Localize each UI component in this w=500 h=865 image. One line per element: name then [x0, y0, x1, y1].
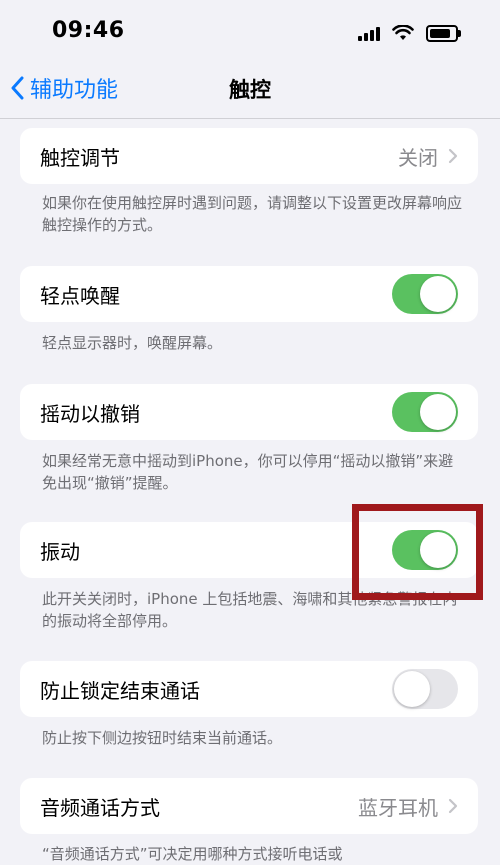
prevent-lock-end-call-row: 防止锁定结束通话 [20, 661, 478, 717]
touch-accommodations-value-group: 关闭 [398, 142, 458, 171]
tap-to-wake-toggle[interactable] [392, 274, 458, 314]
page-title: 触控 [229, 78, 271, 102]
chevron-right-icon [448, 798, 458, 814]
touch-accommodations-row[interactable]: 触控调节 关闭 [20, 128, 478, 184]
shake-to-undo-toggle[interactable] [392, 392, 458, 432]
shake-to-undo-label: 摇动以撤销 [40, 401, 140, 426]
tap-to-wake-row: 轻点唤醒 [20, 266, 478, 322]
shake-to-undo-note: 如果经常无意中摇动到iPhone，你可以停用“摇动以撤销”来避免出现“撤销”提醒… [42, 452, 454, 492]
call-audio-routing-note: “音频通话方式”可决定用哪种方式接听电话或 [42, 845, 343, 863]
prevent-lock-end-call-toggle[interactable] [392, 669, 458, 709]
call-audio-routing-label: 音频通话方式 [40, 795, 160, 820]
call-audio-routing-value: 蓝牙耳机 [358, 795, 438, 820]
prevent-lock-end-call-note: 防止按下侧边按钮时结束当前通话。 [42, 729, 283, 747]
navigation-bar: 辅助功能 触控 [0, 62, 500, 119]
touch-accommodations-value: 关闭 [398, 145, 438, 170]
battery-icon [426, 24, 461, 42]
chevron-right-icon [448, 148, 458, 164]
call-audio-routing-row[interactable]: 音频通话方式 蓝牙耳机 [20, 778, 478, 834]
toggle-knob [420, 276, 456, 312]
tap-to-wake-label: 轻点唤醒 [40, 283, 120, 308]
shake-to-undo-row: 摇动以撤销 [20, 384, 478, 440]
vibration-label: 振动 [40, 539, 80, 564]
wifi-icon [392, 25, 414, 40]
tap-to-wake-note: 轻点显示器时，唤醒屏幕。 [42, 334, 223, 352]
prevent-lock-end-call-label: 防止锁定结束通话 [40, 678, 200, 703]
status-icons [358, 22, 461, 44]
call-audio-routing-value-group: 蓝牙耳机 [358, 792, 458, 821]
toggle-knob [394, 671, 430, 707]
toggle-knob [420, 394, 456, 430]
touch-accommodations-note: 如果你在使用触控屏时遇到问题，请调整以下设置更改屏幕响应触控操作的方式。 [42, 194, 463, 234]
status-bar: 09:46 [0, 0, 500, 62]
status-time: 09:46 [52, 18, 125, 43]
touch-accommodations-label: 触控调节 [40, 145, 120, 170]
cellular-signal-icon [358, 25, 380, 41]
highlight-box [352, 504, 483, 600]
